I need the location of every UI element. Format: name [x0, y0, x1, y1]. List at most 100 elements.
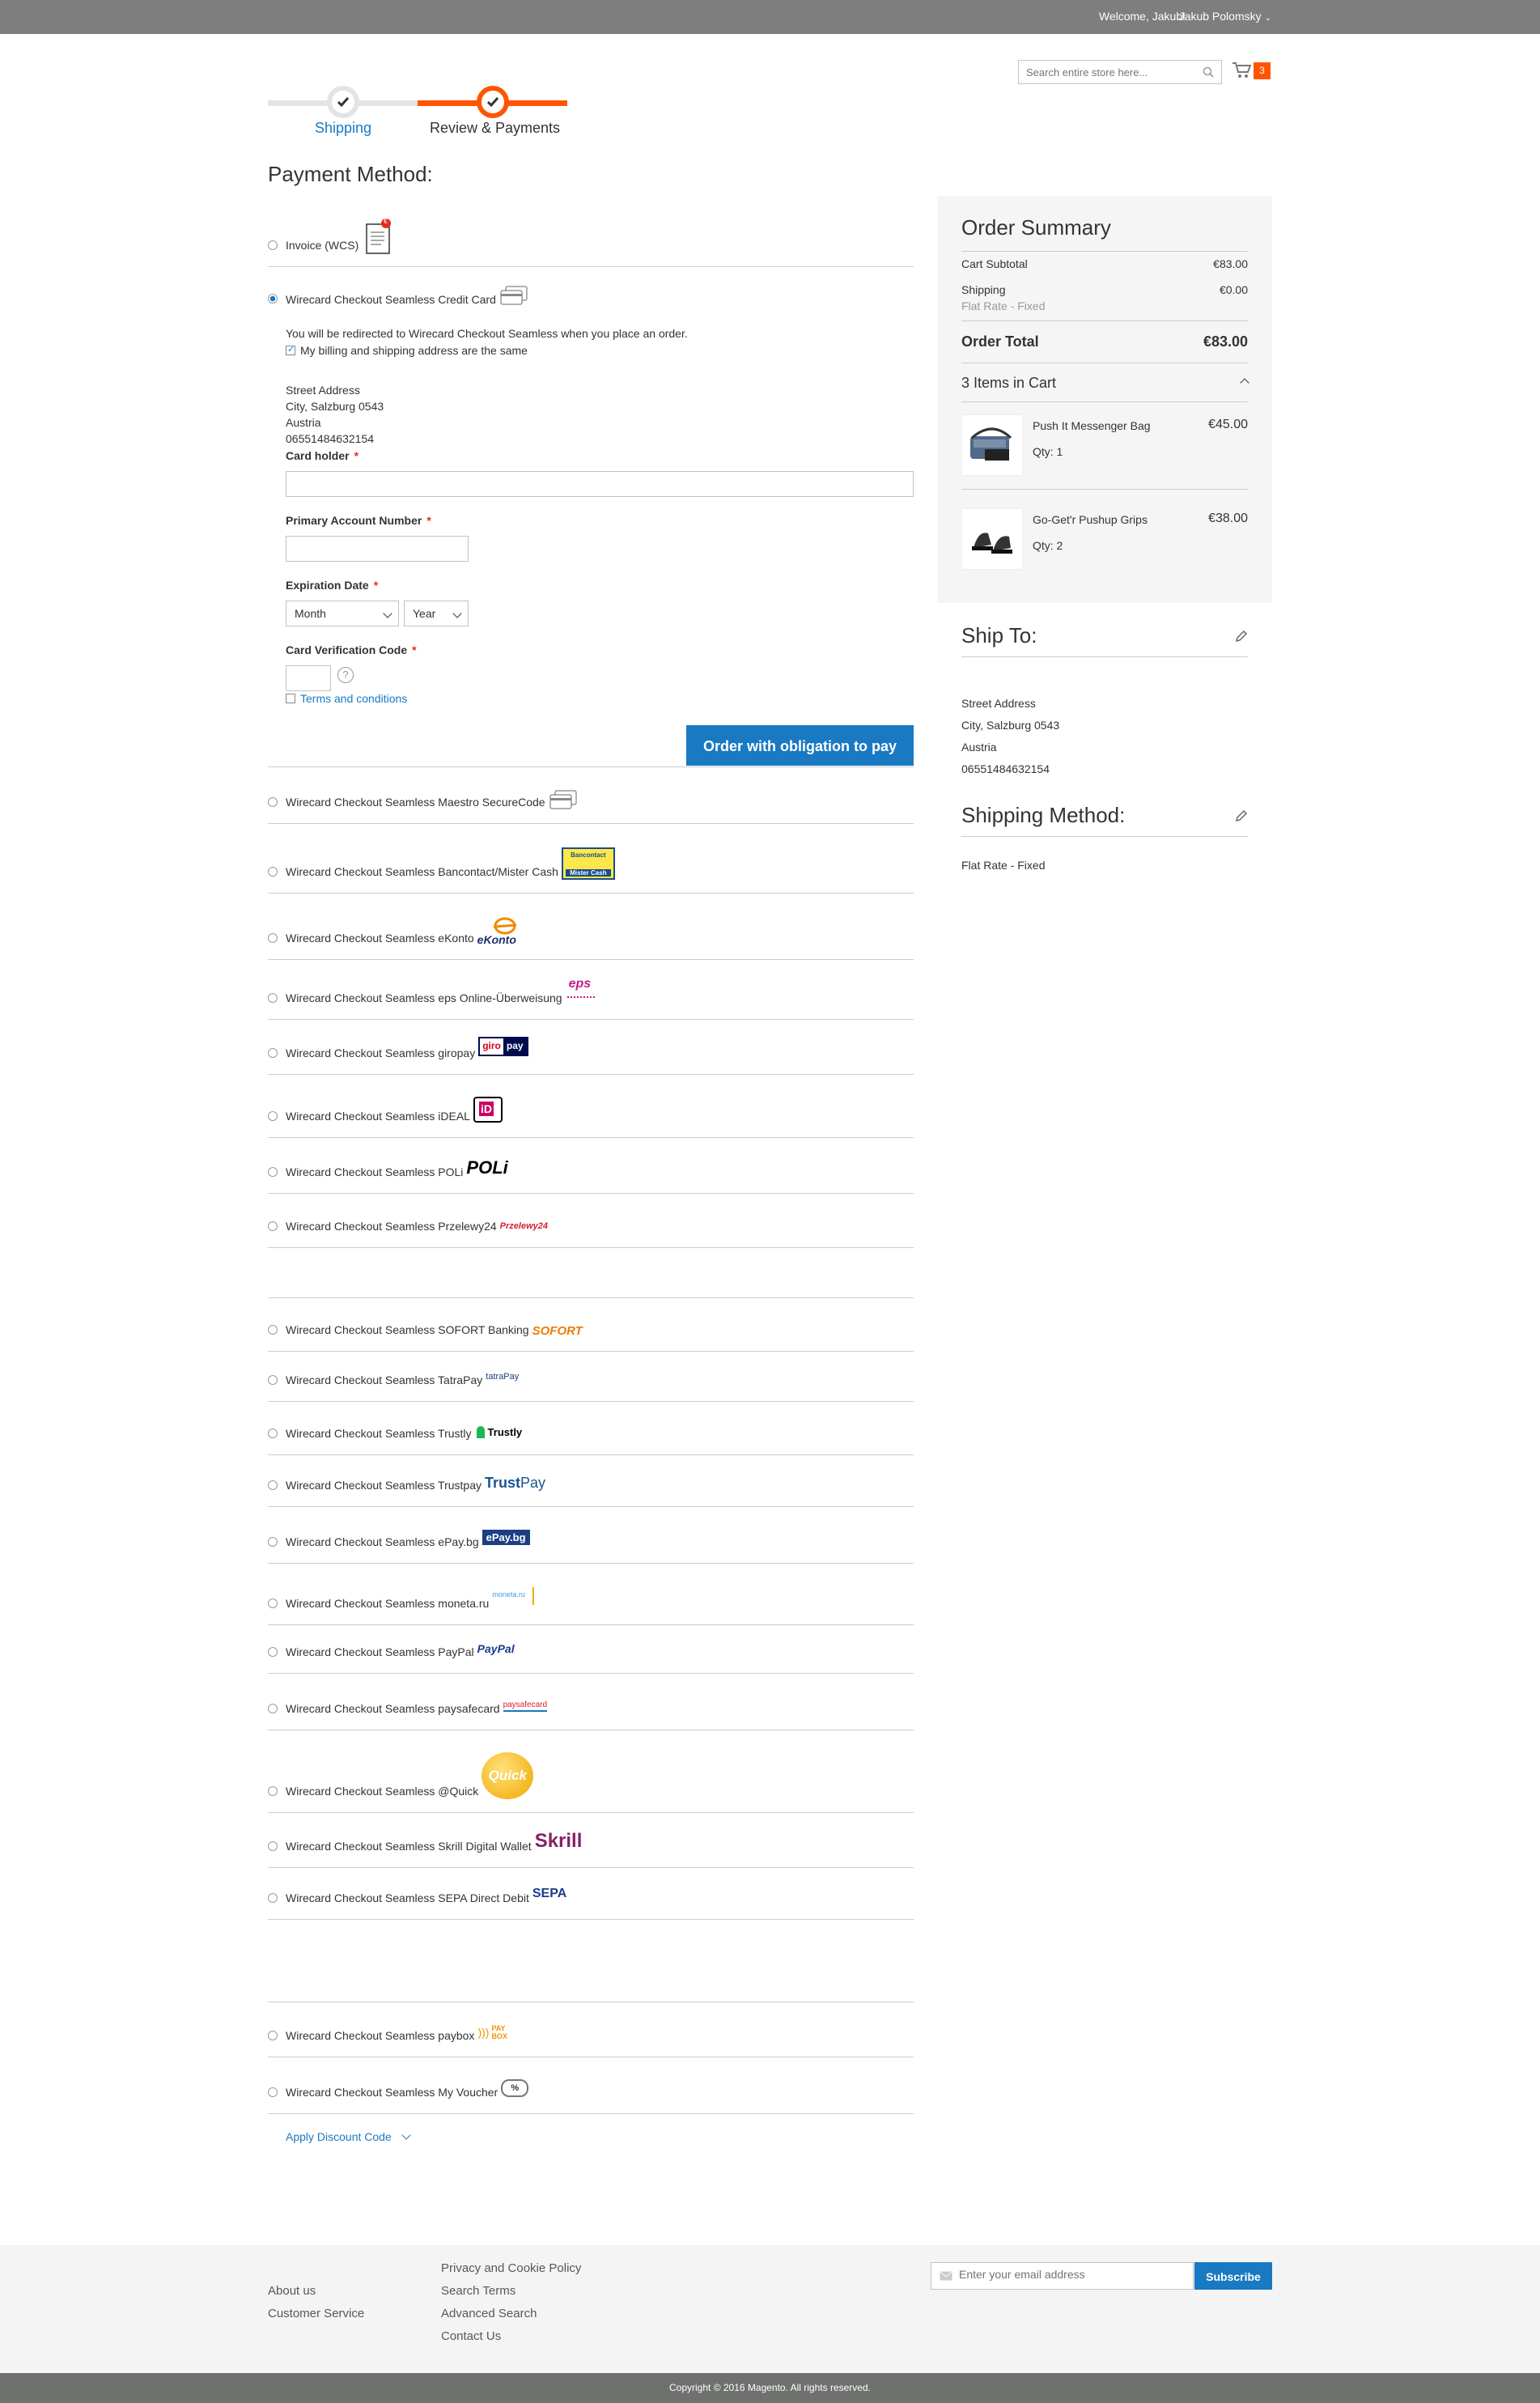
address-line: 06551484632154 — [961, 762, 1050, 775]
payment-radio[interactable] — [268, 867, 278, 877]
payment-method-option[interactable]: Wirecard Checkout Seamless paybox))) PAY B… — [268, 2002, 914, 2057]
payment-method-option[interactable]: Wirecard Checkout Seamless eKonto eKonto — [268, 894, 914, 960]
payment-method-option[interactable]: Wirecard Checkout Seamless eps Online-Üb… — [268, 960, 914, 1020]
pan-input[interactable] — [286, 536, 469, 562]
discount-toggle[interactable]: Apply Discount Code — [268, 2114, 914, 2143]
order-button[interactable]: Order with obligation to pay — [686, 725, 914, 766]
search-input[interactable] — [1019, 61, 1181, 83]
customer-menu-toggle[interactable]: Jakub Polomsky ⌄ — [1179, 10, 1271, 23]
payment-radio[interactable] — [268, 1598, 278, 1608]
payment-method-option[interactable]: Wirecard Checkout Seamless PayPal PayPal — [268, 1625, 914, 1674]
same-address-checkbox-row[interactable]: My billing and shipping address are the … — [286, 344, 528, 357]
cart-icon[interactable] — [1232, 62, 1251, 79]
trustpay-logo: TrustPay — [484, 1475, 546, 1491]
payment-method-option[interactable]: Wirecard Checkout Seamless ePay.bg ePay.b… — [268, 1507, 914, 1564]
terms-row[interactable]: Terms and conditions — [286, 692, 407, 705]
payment-radio[interactable] — [268, 1221, 278, 1231]
payment-radio[interactable] — [268, 2031, 278, 2040]
payment-method-option[interactable]: Wirecard Checkout Seamless My Voucher% — [268, 2057, 914, 2114]
payment-method-label: Wirecard Checkout Seamless Credit Card — [286, 293, 496, 306]
subscribe-button[interactable]: Subscribe — [1194, 2262, 1272, 2290]
payment-method-option[interactable]: Wirecard Checkout Seamless Trustpay Trust… — [268, 1455, 914, 1507]
payment-radio[interactable] — [268, 797, 278, 807]
payment-method-option[interactable]: Wirecard Checkout Seamless TatraPay tatra… — [268, 1352, 914, 1402]
cvc-help-icon[interactable]: ? — [337, 667, 354, 683]
payment-method-option[interactable]: Wirecard Checkout Seamless iDEAL iD — [268, 1075, 914, 1138]
search-box — [1018, 60, 1222, 84]
footer-link-customer-service[interactable]: Customer Service — [268, 2307, 364, 2320]
paysafecard-logo: paysafecard — [503, 1700, 548, 1717]
cvc-input[interactable] — [286, 665, 331, 691]
payment-method-option[interactable]: Wirecard Checkout Seamless Maestro Secur… — [268, 767, 914, 824]
payment-radio[interactable] — [268, 1786, 278, 1796]
payment-radio-selected[interactable] — [268, 294, 278, 304]
payment-radio[interactable] — [268, 1325, 278, 1335]
trustly-logo: Trustly — [475, 1424, 522, 1441]
same-address-checkbox[interactable] — [286, 344, 295, 356]
payment-method-option[interactable]: Wirecard Checkout Seamless SEPA Direct D… — [268, 1868, 914, 1920]
payment-radio[interactable] — [268, 1480, 278, 1490]
payment-radio[interactable] — [268, 1841, 278, 1851]
payment-radio[interactable] — [268, 1893, 278, 1903]
terms-link[interactable]: Terms and conditions — [300, 692, 407, 705]
terms-checkbox[interactable] — [286, 694, 295, 704]
footer-link-contact[interactable]: Contact Us — [441, 2329, 501, 2343]
payment-radio[interactable] — [268, 1375, 278, 1385]
payment-method-label: Wirecard Checkout Seamless POLi — [286, 1165, 464, 1178]
epaybg-logo: ePay.bg — [482, 1530, 530, 1550]
payment-radio[interactable] — [268, 1647, 278, 1657]
payment-method-option[interactable]: Wirecard Checkout Seamless Skrill Digita… — [268, 1813, 914, 1868]
footer-link-privacy[interactable]: Privacy and Cookie Policy — [441, 2261, 581, 2275]
payment-radio[interactable] — [268, 1704, 278, 1713]
search-icon[interactable] — [1203, 66, 1214, 78]
payment-radio[interactable] — [268, 993, 278, 1003]
card-holder-input[interactable] — [286, 471, 914, 497]
footer-link-advanced-search[interactable]: Advanced Search — [441, 2307, 537, 2320]
footer-link-search-terms[interactable]: Search Terms — [441, 2284, 515, 2298]
newsletter-email-input[interactable] — [959, 2268, 1186, 2281]
payment-method-option[interactable]: Wirecard Checkout Seamless Bancontact/Mi… — [268, 824, 914, 894]
expiration-month-select[interactable]: Month — [286, 601, 399, 626]
newsletter-form: Subscribe — [931, 2262, 1272, 2290]
payment-radio[interactable] — [268, 1167, 278, 1177]
payment-radio[interactable] — [268, 1429, 278, 1438]
payment-method-option[interactable]: Wirecard Checkout Seamless POLi POLi — [268, 1138, 914, 1194]
payment-method-option[interactable]: Wirecard Checkout Seamless Trustly Trustl… — [268, 1402, 914, 1455]
payment-method-option[interactable]: Wirecard Checkout Seamless Przelewy24 Prz… — [268, 1194, 914, 1248]
step-shipping-indicator[interactable] — [327, 86, 359, 118]
pan-label: Primary Account Number * — [286, 514, 431, 527]
payment-method-label: Wirecard Checkout Seamless SOFORT Bankin… — [286, 1323, 529, 1336]
payment-method-empty-row — [268, 1920, 914, 2002]
payment-radio[interactable] — [268, 1537, 278, 1547]
payment-method-option[interactable]: Wirecard Checkout Seamless moneta.ru mone… — [268, 1564, 914, 1625]
redirect-notice: You will be redirected to Wirecard Check… — [286, 327, 688, 340]
apply-discount-link[interactable]: Apply Discount Code — [286, 2130, 392, 2143]
pushup-grips-image — [972, 533, 1012, 554]
items-in-cart-toggle[interactable]: 3 Items in Cart — [961, 375, 1249, 392]
newsletter-email-box — [931, 2262, 1194, 2290]
tatrapay-logo: tatraPay — [486, 1372, 520, 1382]
payment-radio[interactable] — [268, 1111, 278, 1121]
payment-method-option[interactable]: Wirecard Checkout Seamless @Quick Quick — [268, 1730, 914, 1813]
payment-radio[interactable] — [268, 933, 278, 943]
payment-method-label: Wirecard Checkout Seamless Trustly — [286, 1427, 472, 1440]
billing-address: Street Address City, Salzburg 0543 Austr… — [286, 382, 384, 447]
same-address-label: My billing and shipping address are the … — [300, 344, 528, 357]
pencil-icon[interactable] — [1235, 809, 1248, 822]
payment-method-invoice[interactable]: Invoice (WCS) € — [268, 197, 914, 267]
payment-radio[interactable] — [268, 240, 278, 250]
chevron-down-icon — [401, 2130, 411, 2140]
payment-method-label: Wirecard Checkout Seamless iDEAL — [286, 1110, 470, 1123]
pencil-icon[interactable] — [1235, 630, 1248, 643]
payment-method-option[interactable]: Wirecard Checkout Seamless giropay giro pa… — [268, 1020, 914, 1075]
cart-count-badge[interactable]: 3 — [1254, 62, 1271, 79]
payment-radio[interactable] — [268, 1048, 278, 1058]
step-shipping-link[interactable]: Shipping — [315, 120, 371, 137]
payment-method-option[interactable]: Wirecard Checkout Seamless paysafecard pa… — [268, 1674, 914, 1730]
footer-link-about[interactable]: About us — [268, 2284, 316, 2298]
payment-method-option[interactable]: Wirecard Checkout Seamless SOFORT Bankin… — [268, 1298, 914, 1352]
top-bar: Welcome, Jakub! Jakub Polomsky ⌄ — [0, 0, 1540, 34]
chevron-up-icon — [1240, 378, 1249, 388]
expiration-year-select[interactable]: Year — [404, 601, 469, 626]
payment-radio[interactable] — [268, 2087, 278, 2097]
